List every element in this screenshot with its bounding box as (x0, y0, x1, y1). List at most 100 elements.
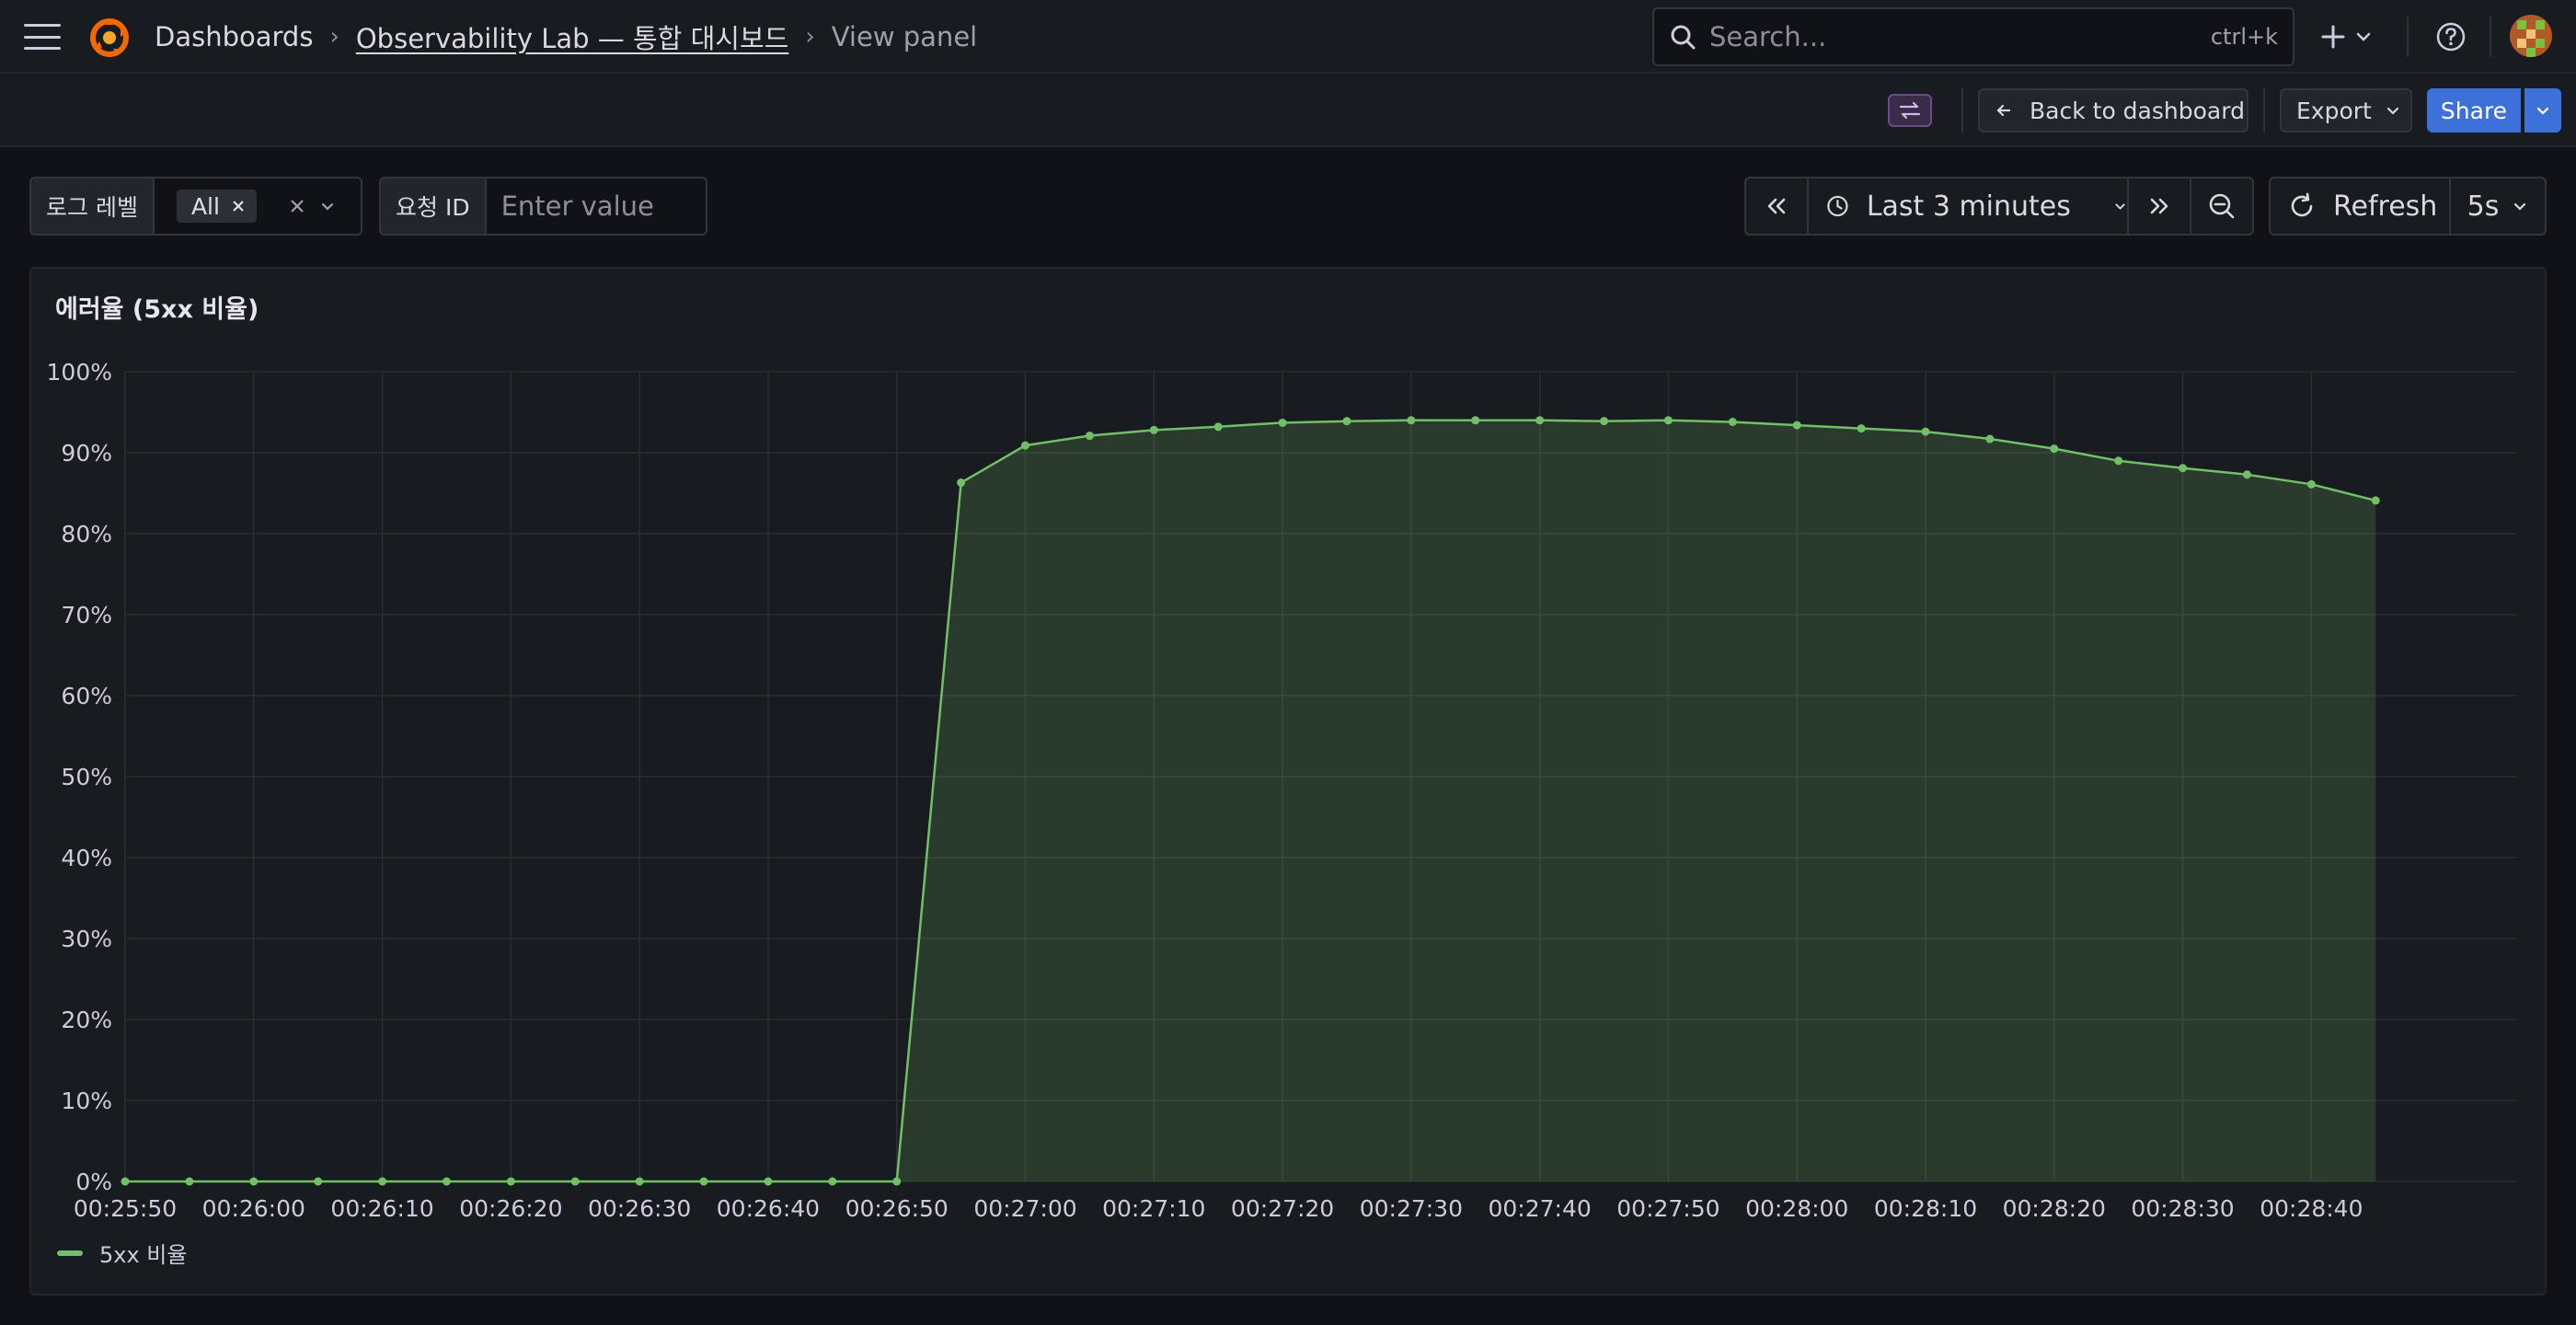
data-point (1857, 424, 1866, 433)
chevron-right-icon: › (329, 23, 339, 51)
chevron-right-icon: › (805, 23, 815, 51)
plus-icon (2321, 25, 2345, 49)
chevron-down-icon[interactable] (319, 198, 336, 214)
chevron-down-icon (2536, 107, 2549, 115)
y-tick-label: 60% (61, 683, 112, 709)
x-tick-label: 00:26:00 (202, 1195, 305, 1222)
arrow-left-icon (1996, 104, 2011, 117)
data-point (1471, 416, 1480, 425)
data-point (1342, 417, 1351, 426)
x-tick-label: 00:27:10 (1102, 1195, 1205, 1222)
breadcrumb-dashboard-name[interactable]: Observability Lab — 통합 대시보드 (356, 17, 788, 56)
refresh-interval-label: 5s (2467, 190, 2500, 223)
divider (2407, 17, 2409, 57)
variable-log-level: 로그 레벨 All (29, 177, 362, 236)
y-tick-label: 50% (61, 764, 112, 790)
zoom-out-button[interactable] (2190, 177, 2254, 236)
legend-swatch (57, 1250, 83, 1256)
data-point (2371, 496, 2380, 505)
log-level-select[interactable]: All (154, 177, 362, 236)
x-tick-label: 00:26:10 (330, 1195, 433, 1222)
switch-icon[interactable] (1888, 94, 1932, 127)
clear-icon[interactable] (288, 197, 306, 215)
data-point (1600, 417, 1609, 426)
timeseries-chart[interactable]: 0% 10% 20% 30% 40% 50% 60% 70% 80% 90% 100% 00:25:5… (31, 269, 2548, 1297)
grafana-logo-icon[interactable] (88, 17, 131, 59)
share-label: Share (2440, 97, 2508, 124)
data-point (378, 1177, 387, 1186)
y-tick-label: 20% (61, 1007, 112, 1033)
y-tick-label: 70% (61, 602, 112, 628)
data-point (1085, 432, 1094, 441)
variable-label: 로그 레벨 (29, 177, 155, 236)
data-point (699, 1177, 708, 1186)
request-id-input[interactable]: Enter value (486, 177, 707, 236)
breadcrumb-current: View panel (831, 21, 978, 52)
y-tick-label: 100% (47, 359, 112, 386)
x-tick-label: 00:28:20 (2003, 1195, 2106, 1222)
data-point (1985, 434, 1995, 444)
new-button[interactable] (2320, 18, 2372, 55)
chevron-down-icon (2386, 107, 2398, 115)
time-range-picker[interactable]: Last 3 minutes (1807, 177, 2129, 236)
x-tick-label: 00:27:00 (973, 1195, 1076, 1222)
legend: 5xx 비율 (57, 1237, 187, 1269)
data-point (2050, 444, 2059, 454)
x-tick-label: 00:26:30 (588, 1195, 691, 1222)
x-tick-label: 00:25:50 (74, 1195, 177, 1222)
data-point (506, 1177, 515, 1186)
back-to-dashboard-button[interactable]: Back to dashboard (1978, 88, 2248, 132)
time-shift-back-button[interactable] (1744, 177, 1809, 236)
data-point (442, 1177, 451, 1186)
selected-chip[interactable]: All (176, 190, 257, 223)
close-icon[interactable] (231, 199, 246, 213)
x-tick-label: 00:28:30 (2131, 1195, 2234, 1222)
chevron-down-icon (2356, 32, 2371, 41)
share-dropdown-button[interactable] (2524, 88, 2561, 132)
share-button[interactable]: Share (2427, 88, 2521, 132)
x-tick-label: 00:28:00 (1745, 1195, 1848, 1222)
time-shift-forward-button[interactable] (2127, 177, 2191, 236)
x-tick-label: 00:27:20 (1231, 1195, 1334, 1222)
menu-icon[interactable] (24, 24, 61, 50)
data-point (185, 1177, 194, 1186)
data-point (892, 1177, 902, 1186)
data-point (2114, 456, 2123, 466)
data-point (1278, 418, 1287, 427)
refresh-interval-picker[interactable]: 5s (2449, 177, 2547, 236)
data-point (764, 1177, 773, 1186)
data-point (121, 1177, 130, 1186)
search-input[interactable]: Search... ctrl+k (1652, 7, 2294, 66)
data-point (1213, 422, 1223, 432)
x-tick-label: 00:27:30 (1360, 1195, 1463, 1222)
refresh-button[interactable]: Refresh (2269, 177, 2451, 236)
y-tick-label: 40% (61, 845, 112, 871)
search-shortcut: ctrl+k (2210, 24, 2278, 50)
export-button[interactable]: Export (2280, 88, 2412, 132)
breadcrumb-dashboards[interactable]: Dashboards (155, 21, 313, 52)
series-area (125, 420, 2376, 1181)
refresh-label: Refresh (2333, 190, 2438, 223)
data-point (1921, 427, 1930, 436)
variable-request-id: 요청 ID Enter value (379, 177, 707, 236)
x-tick-label: 00:26:40 (717, 1195, 820, 1222)
export-label: Export (2296, 97, 2372, 124)
top-bar: Dashboards › Observability Lab — 통합 대시보드… (0, 0, 2576, 74)
data-point (1020, 441, 1029, 450)
data-point (957, 478, 966, 488)
user-avatar[interactable] (2510, 15, 2552, 57)
data-point (570, 1177, 580, 1186)
data-point (828, 1177, 837, 1186)
search-icon (1671, 25, 1696, 50)
data-point (635, 1177, 644, 1186)
chevron-down-icon (2514, 202, 2526, 211)
sync-icon (2291, 192, 2313, 217)
x-tick-label: 00:28:10 (1874, 1195, 1977, 1222)
panel: 에러율 (5xx 비율) 0% 10% 20% 30% 40% 50% 60% 70% 80% 9… (29, 267, 2547, 1296)
x-tick-label: 00:26:50 (845, 1195, 949, 1222)
data-point (1535, 416, 1545, 425)
divider (1961, 88, 1963, 132)
legend-label[interactable]: 5xx 비율 (99, 1237, 187, 1269)
help-icon[interactable] (2434, 20, 2467, 53)
data-point (1792, 421, 1801, 430)
